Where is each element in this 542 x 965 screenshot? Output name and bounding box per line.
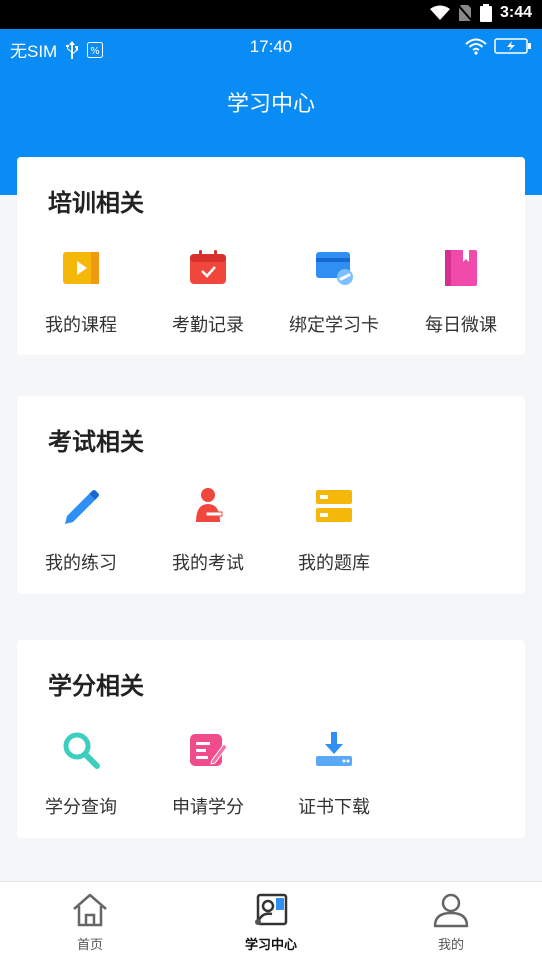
- wifi-signal-icon: [429, 5, 450, 20]
- battery-icon: [479, 4, 492, 22]
- item-label: 我的课程: [45, 315, 117, 336]
- item-label: 我的题库: [298, 553, 370, 574]
- tab-label: 学习中心: [244, 938, 297, 953]
- exam-person-icon: [196, 488, 223, 522]
- item-label: 证书下载: [298, 797, 370, 818]
- app-status-time: 17:40: [249, 37, 293, 56]
- download-icon: [316, 732, 352, 766]
- item-label: 绑定学习卡: [289, 315, 379, 336]
- tab-home[interactable]: 首页: [30, 892, 150, 953]
- study-icon: [255, 893, 288, 926]
- my-practice-item[interactable]: 我的练习: [26, 486, 136, 575]
- tab-me[interactable]: 我的: [391, 892, 511, 953]
- page-title: 学习中心: [226, 92, 315, 117]
- pencil-icon: [65, 490, 99, 524]
- exam-section: 考试相关 我的练习 我的考试 我的题库: [17, 396, 525, 594]
- no-sim-icon: [457, 4, 472, 22]
- credit-query-item[interactable]: 学分查询: [26, 730, 136, 819]
- tab-label: 首页: [76, 938, 103, 953]
- daily-microlesson-item[interactable]: 每日微课: [406, 248, 516, 337]
- section-title: 学分相关: [48, 672, 144, 700]
- wifi-icon: [465, 38, 487, 55]
- tab-study-center[interactable]: 学习中心: [211, 892, 331, 953]
- apply-credits-item[interactable]: 申请学分: [153, 730, 263, 819]
- item-label: 学分查询: [45, 797, 117, 818]
- database-icon: [316, 490, 352, 522]
- my-question-bank-item[interactable]: 我的题库: [279, 486, 389, 575]
- certificate-download-item[interactable]: 证书下载: [279, 730, 389, 819]
- edit-doc-icon: [190, 734, 228, 766]
- home-icon: [73, 893, 107, 927]
- system-time: 3:44: [499, 4, 532, 21]
- play-icon: [63, 252, 99, 284]
- item-label: 每日微课: [425, 315, 497, 336]
- item-label: 我的练习: [45, 553, 117, 574]
- bottom-tab-bar: 首页 学习中心 我的: [0, 881, 542, 965]
- book-icon: [445, 250, 477, 286]
- section-title: 考试相关: [48, 428, 144, 456]
- charging-battery-icon: [494, 38, 531, 54]
- my-exam-item[interactable]: 我的考试: [153, 486, 263, 575]
- item-label: 申请学分: [172, 797, 244, 818]
- tab-label: 我的: [437, 938, 464, 953]
- item-label: 考勤记录: [172, 315, 244, 336]
- user-icon: [433, 893, 469, 928]
- app-status-bar: 无SIM % 17:40: [0, 29, 542, 65]
- calendar-icon: [190, 250, 226, 284]
- training-section: 培训相关 我的课程 考勤记录 绑定学习卡 每日微课: [17, 157, 525, 355]
- section-title: 培训相关: [48, 189, 144, 217]
- my-courses-item[interactable]: 我的课程: [26, 248, 136, 337]
- credits-section: 学分相关 学分查询 申请学分 证书下载: [17, 640, 525, 838]
- attendance-record-item[interactable]: 考勤记录: [153, 248, 263, 337]
- search-icon: [63, 732, 100, 769]
- system-status-bar: 3:44: [0, 0, 542, 29]
- item-label: 我的考试: [172, 553, 244, 574]
- bind-study-card-item[interactable]: 绑定学习卡: [279, 248, 389, 337]
- card-link-icon: [316, 252, 353, 285]
